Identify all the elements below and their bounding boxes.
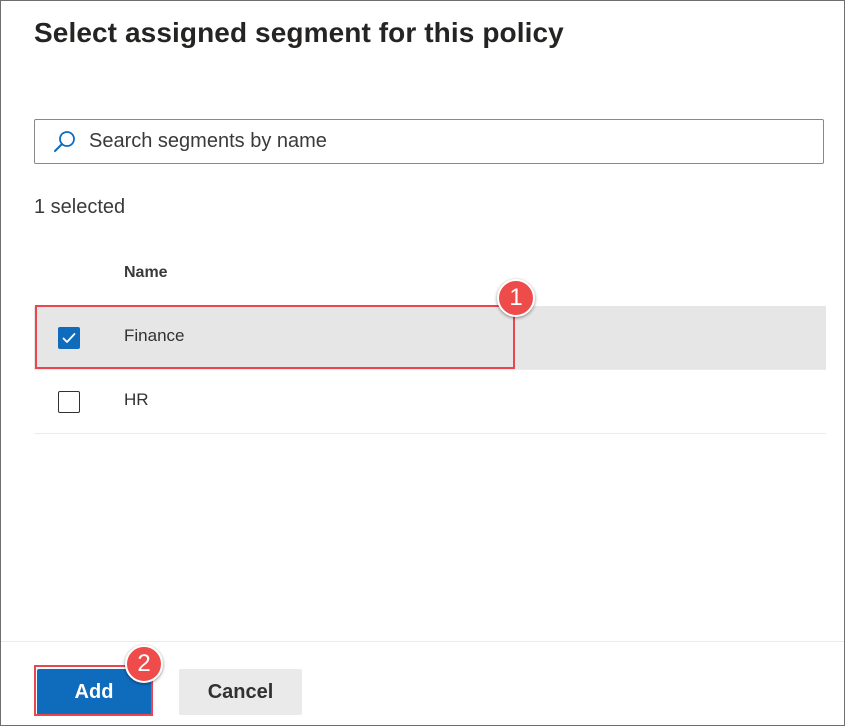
annotation-badge-1: 1 (497, 279, 535, 317)
cancel-button[interactable]: Cancel (179, 669, 302, 715)
search-icon (51, 128, 79, 156)
search-input[interactable] (87, 129, 791, 154)
column-header-name[interactable]: Name (124, 264, 168, 282)
selected-count: 1 selected (34, 196, 126, 218)
search-box[interactable] (34, 119, 824, 164)
row-label-hr: HR (124, 390, 149, 409)
annotation-badge-2: 2 (125, 645, 163, 683)
footer-divider (1, 641, 844, 642)
annotation-highlight-finance (35, 305, 515, 369)
row-checkbox-hr[interactable] (58, 391, 80, 413)
page-title: Select assigned segment for this policy (34, 17, 564, 48)
table-row-hr[interactable]: HR (34, 370, 826, 434)
select-segment-panel: Select assigned segment for this policy … (0, 0, 845, 726)
